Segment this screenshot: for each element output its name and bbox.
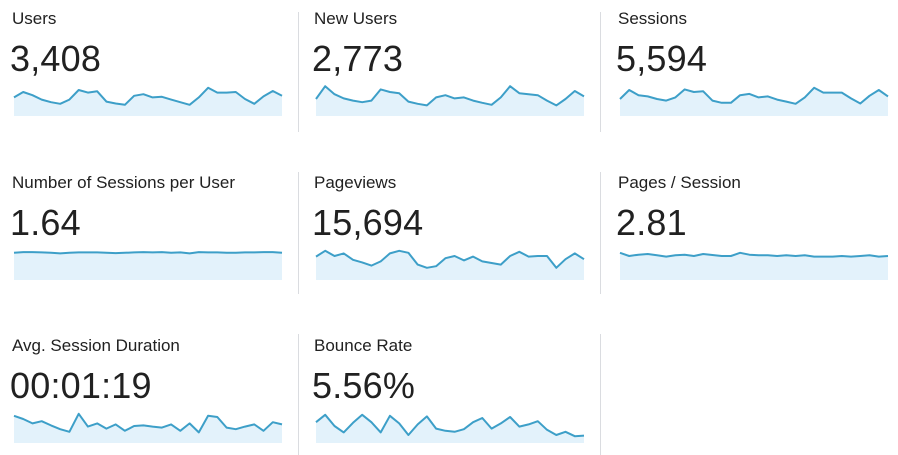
metric-card-sessions-per-user[interactable]: Number of Sessions per User 1.64 xyxy=(0,164,298,314)
sparkline-area xyxy=(14,252,282,280)
metric-label: Number of Sessions per User xyxy=(12,173,235,192)
metrics-grid: Users 3,408 New Users 2,773 Sessions 5,5… xyxy=(0,0,898,455)
metric-label: Users xyxy=(12,9,57,28)
metric-value: 1.64 xyxy=(10,202,81,243)
metric-value: 5,594 xyxy=(616,38,708,79)
sparkline-bounce-rate xyxy=(315,413,585,443)
metric-card-pages-per-session[interactable]: Pages / Session 2.81 xyxy=(606,164,898,314)
divider xyxy=(600,334,601,455)
sparkline-users xyxy=(13,86,283,116)
metric-card-sessions[interactable]: Sessions 5,594 xyxy=(606,0,898,150)
metric-card-pageviews[interactable]: Pageviews 15,694 xyxy=(302,164,600,314)
metric-label: New Users xyxy=(314,9,398,28)
divider xyxy=(298,12,299,132)
sparkline-pageviews xyxy=(315,249,585,280)
sparkline-area xyxy=(620,87,888,116)
metric-value: 2.81 xyxy=(616,202,687,243)
metric-label: Sessions xyxy=(618,9,687,28)
metric-card-avg-session-duration[interactable]: Avg. Session Duration 00:01:19 xyxy=(0,327,298,455)
metric-card-bounce-rate[interactable]: Bounce Rate 5.56% xyxy=(302,327,600,455)
divider xyxy=(298,334,299,455)
metric-label: Bounce Rate xyxy=(314,336,413,355)
sparkline-sessions xyxy=(619,86,889,116)
divider xyxy=(600,12,601,132)
metric-value: 2,773 xyxy=(312,38,404,79)
sparkline-avg-session-duration xyxy=(13,412,283,443)
metric-label: Avg. Session Duration xyxy=(12,336,180,355)
sparkline-line xyxy=(13,251,283,255)
sparkline-sessions-per-user xyxy=(13,251,283,280)
metric-card-users[interactable]: Users 3,408 xyxy=(0,0,298,150)
sparkline-new-users xyxy=(315,85,585,116)
metric-label: Pageviews xyxy=(314,173,397,192)
metric-label: Pages / Session xyxy=(618,173,741,192)
metric-card-new-users[interactable]: New Users 2,773 xyxy=(302,0,600,150)
metric-value: 00:01:19 xyxy=(10,365,152,406)
divider xyxy=(600,172,601,294)
divider xyxy=(298,172,299,294)
sparkline-pages-per-session xyxy=(619,251,889,280)
metric-value: 3,408 xyxy=(10,38,102,79)
metric-value: 5.56% xyxy=(312,365,416,406)
metric-value: 15,694 xyxy=(312,202,424,243)
